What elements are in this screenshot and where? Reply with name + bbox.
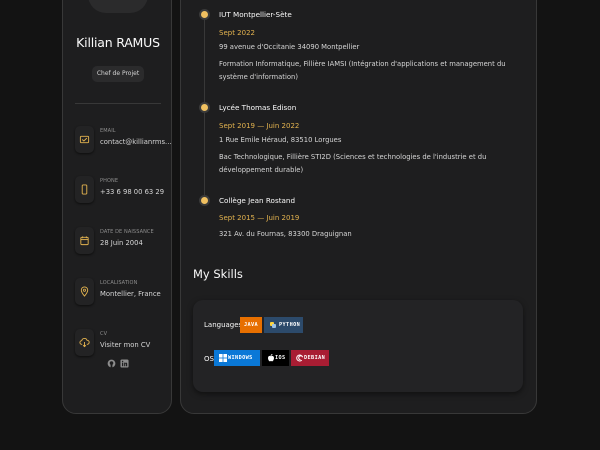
github-icon[interactable]	[107, 359, 116, 368]
phone-title: PHONE	[100, 178, 119, 184]
education-description: Formation Informatique, Fillière IAMSI (…	[219, 60, 506, 81]
windows-icon	[219, 354, 227, 362]
cv-title: CV	[100, 331, 108, 337]
location-value: Montellier, France	[100, 290, 161, 298]
java-badge: JAVA	[240, 317, 262, 333]
debian-badge: DEBIAN	[291, 350, 329, 366]
education-school: IUT Montpellier-Sète	[219, 10, 292, 19]
phone-icon	[75, 176, 94, 203]
sidebar-separator	[75, 103, 161, 104]
windows-badge-label: WINDOWS	[228, 355, 253, 361]
python-icon	[270, 322, 276, 328]
location-icon	[75, 278, 94, 305]
education-description: Bac Technologique, Fillière STI2D (Scien…	[219, 153, 487, 174]
debian-badge-label: DEBIAN	[304, 355, 326, 361]
os-label: OS	[204, 355, 214, 363]
education-school: Lycée Thomas Edison	[219, 103, 297, 112]
email-value[interactable]: contact@killianrms...	[100, 138, 172, 146]
email-title: EMAIL	[100, 128, 116, 134]
python-badge: PYTHON	[264, 317, 303, 333]
skills-heading: My Skills	[193, 267, 243, 281]
linkedin-icon[interactable]	[120, 359, 129, 368]
education-address: 321 Av. du Fournas, 83300 Draguignan	[219, 230, 352, 238]
education-date: Sept 2015 — Juin 2019	[219, 214, 300, 222]
role-badge: Chef de Projet	[92, 66, 144, 82]
birthdate-title: DATE DE NAISSANCE	[100, 229, 154, 235]
cloud-download-icon	[75, 329, 94, 356]
debian-icon	[296, 354, 304, 362]
location-title: LOCALISATION	[100, 280, 138, 286]
phone-value[interactable]: +33 6 98 00 63 29	[100, 188, 164, 196]
contact-phone: PHONE +33 6 98 00 63 29	[75, 176, 171, 212]
birthdate-value: 28 Juin 2004	[100, 239, 143, 247]
contact-location: LOCALISATION Montellier, France	[75, 278, 171, 314]
languages-label: Languages	[204, 321, 243, 329]
python-badge-label: PYTHON	[279, 322, 301, 328]
avatar	[88, 0, 148, 13]
ios-badge: IOS	[262, 350, 289, 366]
skills-card	[193, 300, 523, 392]
education-address: 1 Rue Emile Héraud, 83510 Lorgues	[219, 136, 342, 144]
education-date: Sept 2019 — Juin 2022	[219, 122, 300, 130]
java-badge-label: JAVA	[243, 322, 259, 328]
contact-birthdate: DATE DE NAISSANCE 28 Juin 2004	[75, 227, 171, 263]
mail-icon	[75, 126, 94, 153]
contact-email: EMAIL contact@killianrms...	[75, 126, 172, 162]
portfolio-page: Killian RAMUS Chef de Projet EMAIL conta…	[0, 0, 600, 450]
timeline-dot	[201, 11, 208, 18]
calendar-icon	[75, 227, 94, 254]
ios-badge-label: IOS	[275, 355, 286, 361]
profile-sidebar: Killian RAMUS Chef de Projet EMAIL conta…	[62, 0, 172, 414]
profile-name: Killian RAMUS	[76, 35, 160, 50]
education-address: 99 avenue d'Occitanie 34090 Montpellier	[219, 43, 360, 51]
apple-icon	[268, 354, 274, 362]
cv-link[interactable]: Visiter mon CV	[100, 341, 150, 349]
timeline-dot	[201, 197, 208, 204]
windows-badge: WINDOWS	[214, 350, 260, 366]
education-date: Sept 2022	[219, 29, 255, 37]
education-school: Collège Jean Rostand	[219, 196, 296, 205]
timeline-dot	[201, 104, 208, 111]
